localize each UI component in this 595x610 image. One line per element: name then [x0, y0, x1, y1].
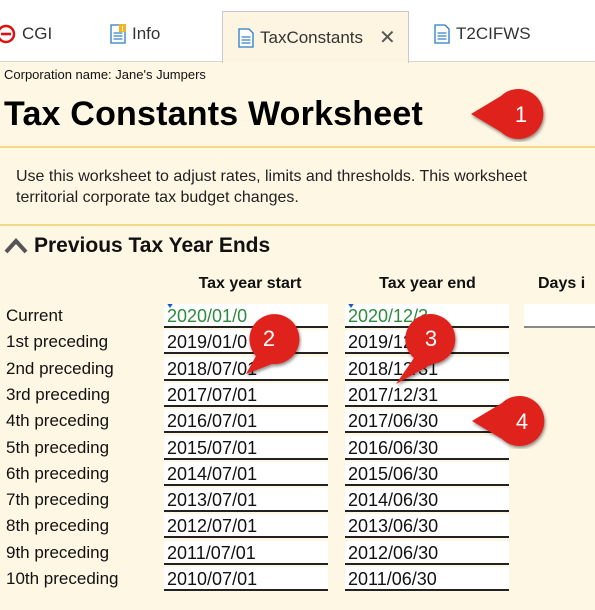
column-header-start: Tax year start — [198, 275, 302, 292]
tax-year-start-field[interactable]: 2014/07/01 — [164, 462, 328, 486]
row-label: Current — [6, 306, 63, 325]
tax-year-start-field[interactable]: 2012/07/01 — [164, 514, 328, 538]
document-icon — [434, 24, 450, 44]
tab-label: CGI — [22, 24, 53, 43]
tax-year-end-field[interactable]: 2012/06/30 — [345, 541, 509, 565]
worksheet-description: Use this worksheet to adjust rates, limi… — [16, 168, 528, 206]
tax-year-start-field[interactable]: 2015/07/01 — [164, 436, 328, 460]
section-title: Previous Tax Year Ends — [34, 234, 271, 257]
row-label: 2nd preceding — [6, 359, 114, 378]
callout-4: 4 — [472, 396, 545, 446]
row-label: 6th preceding — [6, 464, 110, 483]
tax-year-start-field[interactable]: 2013/07/01 — [164, 488, 328, 512]
tab-label: Info — [132, 24, 161, 43]
tax-year-start-field[interactable]: 2017/07/01 — [164, 383, 328, 407]
corporation-name: Corporation name: Jane's Jumpers — [4, 67, 206, 82]
field-value: 2020/01/0 — [167, 306, 248, 326]
tax-year-end-field[interactable]: 2013/06/30 — [345, 514, 509, 538]
document-warning-icon: ! — [110, 24, 126, 44]
tab-label: TaxConstants — [260, 27, 363, 47]
chevron-up-icon[interactable] — [4, 237, 28, 255]
row-label: 7th preceding — [6, 490, 110, 509]
page-title: Tax Constants Worksheet — [4, 95, 423, 133]
callout-number: 2 — [263, 326, 275, 351]
column-header-days: Days i — [538, 275, 586, 292]
row-label: 9th preceding — [6, 543, 110, 562]
section-header[interactable]: Previous Tax Year Ends — [4, 234, 270, 258]
tab-taxconstants[interactable]: TaxConstants ✕ — [222, 11, 409, 63]
row-label: 1st preceding — [6, 332, 109, 351]
callout-number: 3 — [425, 326, 437, 351]
field-value: 2013/07/01 — [167, 490, 258, 510]
field-value: 2015/06/30 — [348, 464, 439, 484]
tab-info[interactable]: ! Info — [110, 10, 160, 58]
row-label: 3rd preceding — [6, 385, 110, 404]
edit-marker-icon — [166, 304, 174, 308]
tax-year-end-field[interactable]: 2011/06/30 — [345, 567, 509, 591]
callout-number: 1 — [515, 102, 527, 127]
tax-year-start-field[interactable]: 2016/07/01 — [164, 409, 328, 433]
tab-bar: CGI ! Info TaxConstants ✕ T2CIFWS — [0, 0, 595, 63]
field-value: 2017/12/31 — [348, 385, 439, 405]
tab-label: T2CIFWS — [456, 24, 531, 43]
tax-year-end-field[interactable]: 2015/06/30 — [345, 462, 509, 486]
divider — [0, 146, 595, 148]
divider — [0, 224, 595, 226]
field-value: 2017/06/30 — [348, 411, 439, 431]
field-value: 2013/06/30 — [348, 516, 439, 536]
callout-1: 1 — [471, 89, 544, 139]
callout-3: 3 — [396, 314, 456, 384]
field-value: 2011/07/01 — [167, 543, 256, 563]
field-value: 2011/06/30 — [348, 569, 437, 589]
field-value: 2017/07/01 — [167, 385, 258, 405]
field-value: 2016/06/30 — [348, 438, 439, 458]
close-icon[interactable]: ✕ — [379, 25, 396, 50]
field-value: 2016/07/01 — [167, 411, 258, 431]
tab-t2cifws[interactable]: T2CIFWS — [434, 10, 531, 58]
days-field[interactable] — [524, 304, 595, 328]
field-value: 2010/07/01 — [167, 569, 258, 589]
field-value: 2012/06/30 — [348, 543, 439, 563]
callout-number: 4 — [516, 409, 528, 434]
row-label: 8th preceding — [6, 516, 110, 535]
field-value: 2019/01/0 — [167, 332, 248, 352]
edit-marker-icon — [347, 304, 355, 308]
row-label: 4th preceding — [6, 411, 110, 430]
row-label: 5th preceding — [6, 438, 110, 457]
document-icon — [238, 27, 254, 48]
row-label: 10th preceding — [6, 569, 119, 588]
field-value: 2014/07/01 — [167, 464, 258, 484]
callout-2: 2 — [246, 314, 300, 374]
tax-year-start-field[interactable]: 2011/07/01 — [164, 541, 328, 565]
tab-cgi[interactable]: CGI — [0, 10, 52, 58]
field-value: 2015/07/01 — [167, 438, 258, 458]
field-value: 2014/06/30 — [348, 490, 439, 510]
svg-text:!: ! — [121, 26, 123, 33]
tax-year-end-field[interactable]: 2014/06/30 — [345, 488, 509, 512]
tax-year-start-field[interactable]: 2010/07/01 — [164, 567, 328, 591]
error-icon — [0, 24, 16, 44]
field-value: 2012/07/01 — [167, 516, 258, 536]
column-header-end: Tax year end — [379, 275, 476, 292]
